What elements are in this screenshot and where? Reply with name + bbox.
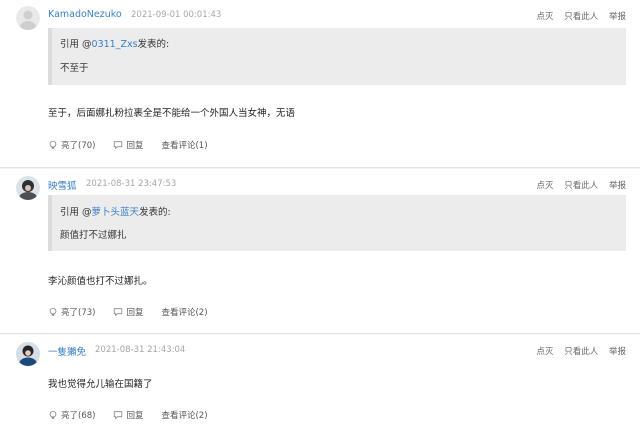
user-avatar-icon (16, 342, 40, 366)
comment-footer: 亮了(73) 回复 查看评论(2) (48, 306, 226, 318)
comment-footer: 亮了(70) 回复 查看评论(1) (48, 139, 226, 151)
view-comments-button[interactable]: 查看评论(1) (161, 139, 207, 151)
report-link[interactable]: 举报 (609, 12, 626, 22)
comment-actions: 点灭 只看此人 举报 (529, 345, 626, 357)
user-avatar-icon (16, 176, 40, 200)
like-label: 亮了(68) (61, 411, 96, 421)
reply-button[interactable]: 回复 (113, 306, 143, 318)
only-this-user-link[interactable]: 只看此人 (564, 347, 598, 357)
dislike-link[interactable]: 点灭 (537, 12, 554, 22)
comment-item: 映雪狐 2021-08-31 23:47:53 点灭 只看此人 举报 引用 @萝… (0, 169, 640, 334)
view-comments-button[interactable]: 查看评论(2) (161, 409, 207, 421)
avatar[interactable] (16, 6, 40, 30)
view-comments-button[interactable]: 查看评论(2) (161, 306, 207, 318)
reply-icon (114, 411, 123, 420)
username[interactable]: KamadoNezuko (48, 9, 122, 20)
quote-text: 颜值打不过娜扎 (60, 230, 127, 241)
reply-button[interactable]: 回复 (113, 409, 143, 421)
username[interactable]: 映雪狐 (48, 178, 77, 192)
quote-block: 引用 @0311_Zxs发表的: 不至于 (48, 28, 626, 85)
reply-label: 回复 (126, 411, 144, 421)
dislike-link[interactable]: 点灭 (537, 181, 554, 191)
reply-label: 回复 (126, 141, 144, 151)
avatar[interactable] (16, 176, 40, 200)
quote-suffix: 发表的: (137, 39, 170, 50)
dislike-link[interactable]: 点灭 (537, 347, 554, 357)
quote-header: 引用 @萝卜头蓝天发表的: (60, 204, 171, 218)
quote-prefix: 引用 @ (60, 39, 92, 50)
reply-icon (114, 308, 123, 317)
comment-actions: 点灭 只看此人 举报 (529, 10, 626, 22)
comment-body: 李沁颜值也打不过娜扎。 (48, 276, 153, 287)
reply-button[interactable]: 回复 (113, 139, 143, 151)
timestamp: 2021-08-31 21:43:04 (95, 345, 186, 355)
comment-item: 一隻獺免 2021-08-31 21:43:04 点灭 只看此人 举报 我也觉得… (0, 335, 640, 439)
username[interactable]: 一隻獺免 (48, 344, 86, 358)
comment-list: KamadoNezuko 2021-09-01 00:01:43 点灭 只看此人… (0, 0, 640, 439)
reply-label: 回复 (126, 308, 144, 318)
view-comments-label: 查看评论(2) (161, 411, 208, 421)
report-link[interactable]: 举报 (609, 181, 626, 191)
quote-block: 引用 @萝卜头蓝天发表的: 颜值打不过娜扎 (48, 195, 626, 251)
like-button[interactable]: 亮了(68) (48, 409, 95, 421)
quote-text: 不至于 (60, 63, 89, 74)
quote-suffix: 发表的: (139, 207, 171, 218)
timestamp: 2021-09-01 00:01:43 (131, 10, 222, 20)
report-link[interactable]: 举报 (609, 347, 626, 357)
like-label: 亮了(73) (61, 308, 96, 318)
default-avatar-icon (16, 6, 40, 30)
only-this-user-link[interactable]: 只看此人 (564, 12, 598, 22)
like-button[interactable]: 亮了(70) (48, 139, 95, 151)
comment-body: 我也觉得允儿输在国籍了 (48, 379, 153, 390)
comment-footer: 亮了(68) 回复 查看评论(2) (48, 409, 226, 421)
reply-icon (114, 141, 123, 150)
bulb-icon (49, 307, 57, 316)
comment-body: 至于，后面娜扎粉拉裹全是不能给一个外国人当女神，无语 (48, 108, 296, 119)
view-comments-label: 查看评论(2) (161, 308, 208, 318)
like-button[interactable]: 亮了(73) (48, 306, 95, 318)
quote-author-link[interactable]: 萝卜头蓝天 (92, 207, 140, 218)
quote-author-link[interactable]: 0311_Zxs (92, 39, 138, 50)
comment-item: KamadoNezuko 2021-09-01 00:01:43 点灭 只看此人… (0, 0, 640, 168)
only-this-user-link[interactable]: 只看此人 (564, 181, 598, 191)
timestamp: 2021-08-31 23:47:53 (86, 179, 177, 189)
quote-prefix: 引用 @ (60, 207, 92, 218)
comment-actions: 点灭 只看此人 举报 (529, 179, 626, 191)
quote-header: 引用 @0311_Zxs发表的: (60, 36, 169, 50)
bulb-icon (49, 410, 57, 419)
like-label: 亮了(70) (61, 141, 96, 151)
avatar[interactable] (16, 342, 40, 366)
view-comments-label: 查看评论(1) (161, 141, 208, 151)
bulb-icon (49, 140, 57, 149)
